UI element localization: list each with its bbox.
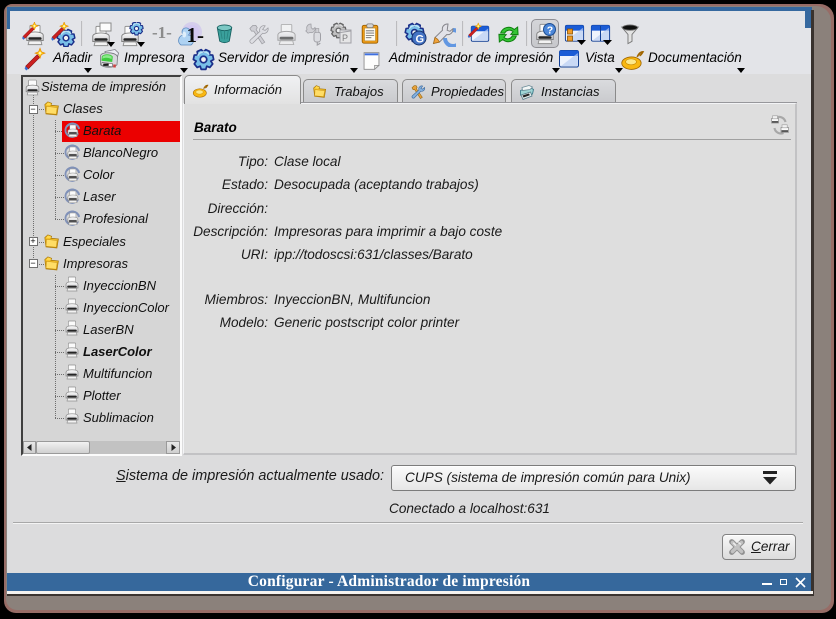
svg-text:?: ? bbox=[547, 25, 553, 37]
svg-text:G: G bbox=[416, 34, 425, 46]
svg-text:1-: 1- bbox=[187, 23, 205, 47]
svg-text:P: P bbox=[342, 33, 348, 43]
